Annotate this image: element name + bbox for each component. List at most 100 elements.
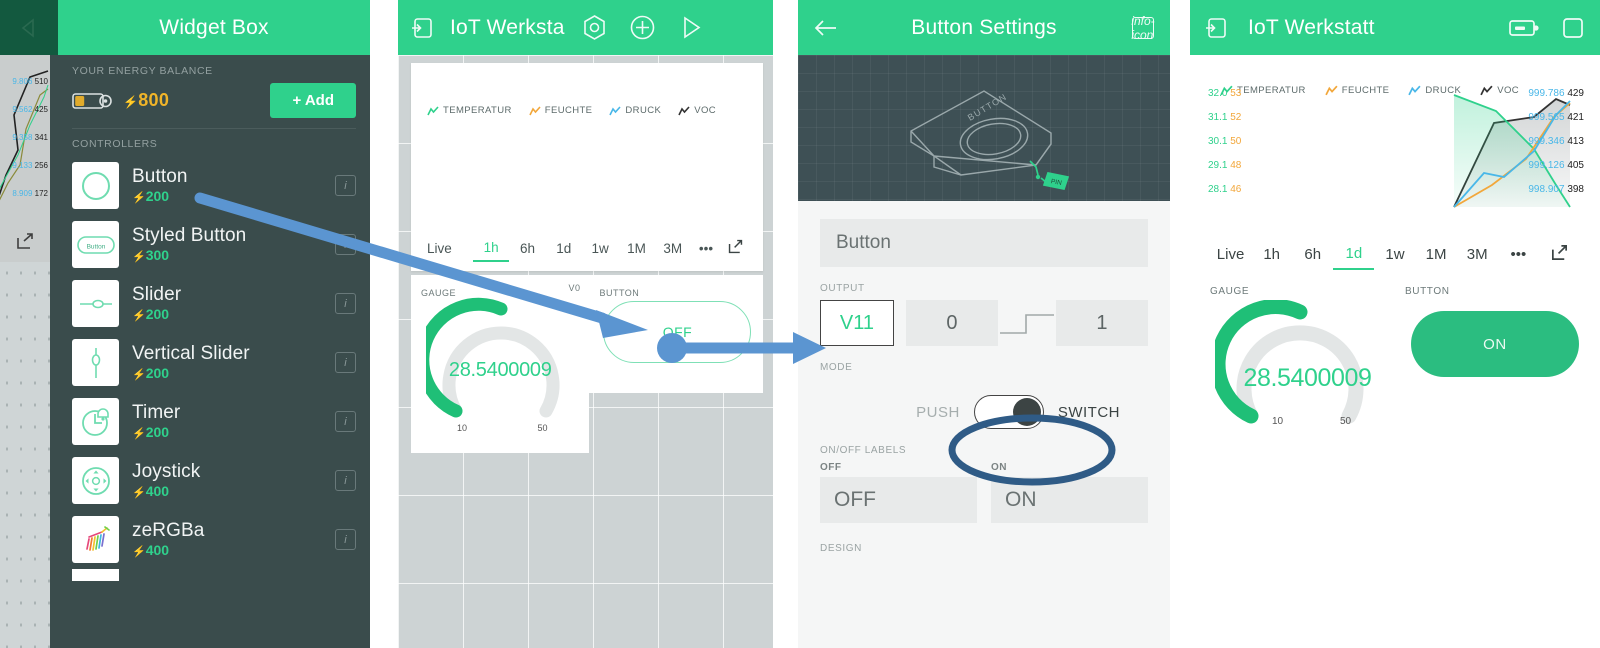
tab-1d[interactable]: 1d bbox=[1333, 242, 1375, 270]
chart-time-tabs[interactable]: Live 1h 6h 1d 1w 1M 3M ••• bbox=[427, 236, 751, 263]
styled-button-icon: Button bbox=[72, 221, 119, 268]
list-item[interactable] bbox=[72, 569, 356, 581]
export-share-icon[interactable] bbox=[721, 236, 751, 263]
tab-live[interactable]: Live bbox=[1210, 243, 1251, 269]
tab-1h[interactable]: 1h bbox=[1251, 243, 1292, 269]
ellipsis-icon[interactable]: ••• bbox=[691, 239, 721, 261]
tab-1w[interactable]: 1w bbox=[1374, 243, 1415, 269]
stop-square-icon[interactable] bbox=[1560, 15, 1586, 41]
gauge-min: 10 bbox=[1272, 416, 1284, 427]
widget-name-field[interactable]: Button bbox=[820, 219, 1148, 267]
button-widget[interactable]: BUTTON ON bbox=[1405, 286, 1580, 456]
chart-widget-card[interactable]: TEMPERATUR FEUCHTE DRUCK VOC Live 1h 6h … bbox=[411, 63, 763, 271]
button-widget-toggle[interactable]: OFF bbox=[603, 301, 752, 363]
info-icon[interactable]: i bbox=[335, 529, 356, 550]
chart-widget[interactable]: TEMPERATUR FEUCHTE DRUCK VOC 32.0 53 31.… bbox=[1204, 55, 1586, 240]
tab-1M[interactable]: 1M bbox=[618, 239, 654, 261]
zergba-zebra-icon bbox=[72, 516, 119, 563]
legend-item-feuchte: FEUCHTE bbox=[529, 105, 593, 116]
play-run-icon[interactable] bbox=[677, 14, 704, 41]
list-item-cost: ⚡200 bbox=[132, 364, 170, 381]
sliver-export-row[interactable] bbox=[0, 220, 50, 262]
toggle-knob[interactable] bbox=[1012, 398, 1041, 426]
output-pin-field[interactable]: V11 bbox=[820, 300, 894, 346]
sliver-val-dark: 510 bbox=[34, 77, 48, 86]
widget-box-appbar: Widget Box bbox=[58, 0, 370, 55]
energy-balance-row: ⚡800 + Add bbox=[72, 83, 356, 118]
project-exit-icon[interactable] bbox=[1204, 15, 1230, 41]
button-widget-label: BUTTON bbox=[599, 288, 640, 298]
sliver-val-blue: 9.806 bbox=[12, 77, 33, 86]
timer-clock-icon bbox=[72, 398, 119, 445]
chart-legend: TEMPERATUR FEUCHTE DRUCK VOC bbox=[427, 77, 747, 116]
next-widget-icon bbox=[72, 569, 119, 581]
editor-canvas[interactable]: TEMPERATUR FEUCHTE DRUCK VOC Live 1h 6h … bbox=[398, 55, 773, 648]
list-item-timer[interactable]: Timer ⚡200 i bbox=[72, 392, 356, 451]
gauge-widget[interactable]: GAUGE 28.5400009 10 50 bbox=[1210, 286, 1405, 456]
chart-time-tabs[interactable]: Live 1h 6h 1d 1w 1M 3M ••• bbox=[1204, 240, 1586, 272]
tab-1M[interactable]: 1M bbox=[1416, 243, 1457, 269]
list-item-vertical-slider[interactable]: Vertical Slider ⚡200 i bbox=[72, 333, 356, 392]
ellipsis-icon[interactable]: ••• bbox=[1498, 243, 1539, 269]
list-item-slider[interactable]: Slider ⚡200 i bbox=[72, 274, 356, 333]
info-icon[interactable]: info-icon bbox=[1131, 14, 1154, 42]
list-item-joystick[interactable]: Joystick ⚡400 i bbox=[72, 451, 356, 510]
circle-button-icon bbox=[72, 162, 119, 209]
arrow-left-icon[interactable] bbox=[814, 18, 840, 38]
legend-item-temperatur: TEMPERATUR bbox=[427, 105, 512, 116]
button-widget-card[interactable]: BUTTON OFF bbox=[589, 275, 763, 393]
add-energy-button[interactable]: + Add bbox=[270, 83, 356, 118]
info-icon[interactable]: i bbox=[335, 470, 356, 491]
info-icon[interactable]: i bbox=[335, 175, 356, 196]
editor-appbar: IoT Werksta bbox=[398, 0, 773, 55]
sliver-val-dark: 256 bbox=[34, 161, 48, 170]
energy-balance-label: YOUR ENERGY BALANCE bbox=[72, 65, 213, 77]
sliver-val-blue: 9.562 bbox=[12, 105, 33, 114]
mode-switch-label[interactable]: SWITCH bbox=[1058, 404, 1120, 421]
info-icon[interactable]: i bbox=[335, 352, 356, 373]
back-triangle-icon[interactable] bbox=[16, 15, 42, 41]
axis-right-tick: 999.126 405 bbox=[1528, 160, 1584, 171]
info-icon[interactable]: i bbox=[335, 293, 356, 314]
list-item-button[interactable]: Button ⚡200 i bbox=[72, 156, 356, 215]
mode-section-label: MODE bbox=[820, 362, 853, 373]
hexagon-settings-icon[interactable] bbox=[581, 14, 608, 41]
run-mode-panel: IoT Werkstatt TEMPERATUR FEUCHTE DRUCK V… bbox=[1190, 0, 1600, 648]
mode-push-label[interactable]: PUSH bbox=[916, 404, 960, 421]
design-section-label: DESIGN bbox=[820, 543, 862, 554]
export-share-icon[interactable] bbox=[1539, 240, 1580, 272]
axis-left-tick: 32.0 53 bbox=[1208, 88, 1242, 99]
run-body: TEMPERATUR FEUCHTE DRUCK VOC 32.0 53 31.… bbox=[1190, 55, 1600, 648]
output-low-value[interactable]: 0 bbox=[905, 300, 998, 346]
tab-3M[interactable]: 3M bbox=[655, 239, 691, 261]
page-title: IoT Werkstatt bbox=[1248, 15, 1375, 39]
tab-6h[interactable]: 6h bbox=[509, 239, 545, 261]
off-value-field[interactable]: OFF bbox=[820, 477, 977, 523]
axis-right-tick: 998.907 398 bbox=[1528, 184, 1584, 195]
output-high-value[interactable]: 1 bbox=[1055, 300, 1149, 346]
battery-icon[interactable] bbox=[1508, 17, 1540, 39]
list-item-zergba[interactable]: zeRGBa ⚡400 i bbox=[72, 510, 356, 569]
on-value-field[interactable]: ON bbox=[991, 477, 1148, 523]
tab-1w[interactable]: 1w bbox=[582, 239, 618, 261]
tab-1d[interactable]: 1d bbox=[546, 239, 582, 261]
export-share-icon[interactable] bbox=[15, 231, 35, 251]
legend-label: DRUCK bbox=[625, 105, 662, 116]
plus-add-icon[interactable] bbox=[629, 14, 656, 41]
axis-left-tick: 30.1 50 bbox=[1208, 136, 1242, 147]
tab-1h[interactable]: 1h bbox=[473, 238, 510, 262]
list-item-cost: ⚡200 bbox=[132, 187, 170, 204]
output-row: V11 0 1 bbox=[820, 300, 1149, 346]
project-exit-icon[interactable] bbox=[410, 15, 436, 41]
button-widget-toggle[interactable]: ON bbox=[1411, 311, 1579, 377]
tab-live[interactable]: Live bbox=[427, 239, 473, 261]
list-item-styled-button[interactable]: Button Styled Button ⚡300 i bbox=[72, 215, 356, 274]
info-icon[interactable]: i bbox=[335, 411, 356, 432]
settings-body: Button OUTPUT V11 0 1 MODE PUSH SWITCH O… bbox=[798, 219, 1170, 554]
controllers-section-label: CONTROLLERS bbox=[72, 138, 158, 150]
tab-3M[interactable]: 3M bbox=[1457, 243, 1498, 269]
info-icon[interactable]: i bbox=[335, 234, 356, 255]
tab-6h[interactable]: 6h bbox=[1292, 243, 1333, 269]
gauge-widget-card[interactable]: GAUGE V0 28.5400009 10 50 bbox=[411, 275, 590, 453]
mode-toggle[interactable] bbox=[973, 395, 1044, 429]
